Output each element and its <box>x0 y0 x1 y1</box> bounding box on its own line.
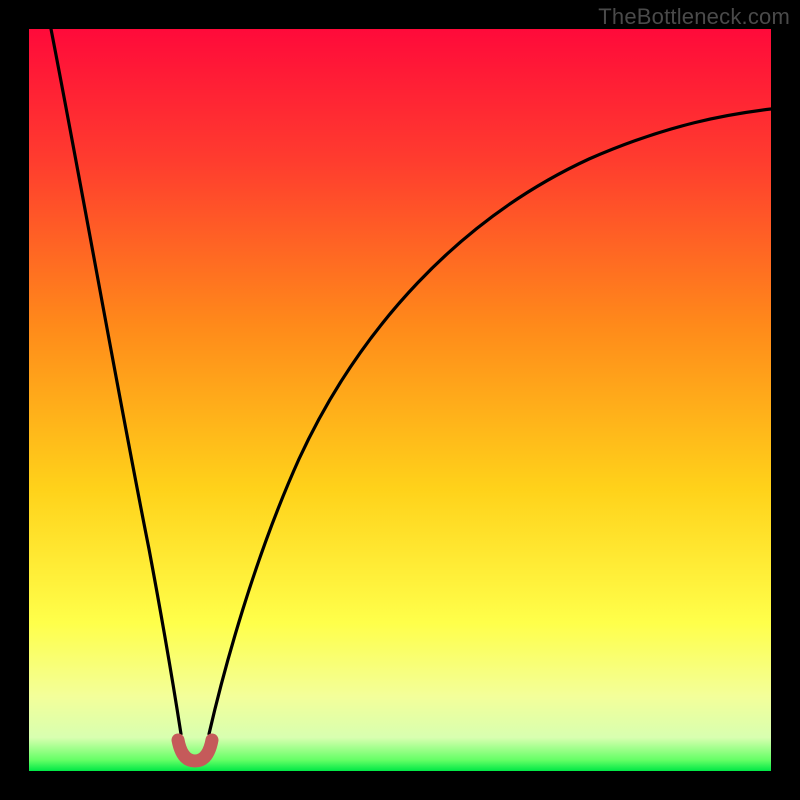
gradient-background <box>29 29 771 771</box>
plot-svg <box>29 29 771 771</box>
plot-area <box>29 29 771 771</box>
chart-frame: TheBottleneck.com <box>0 0 800 800</box>
watermark-text: TheBottleneck.com <box>598 4 790 30</box>
